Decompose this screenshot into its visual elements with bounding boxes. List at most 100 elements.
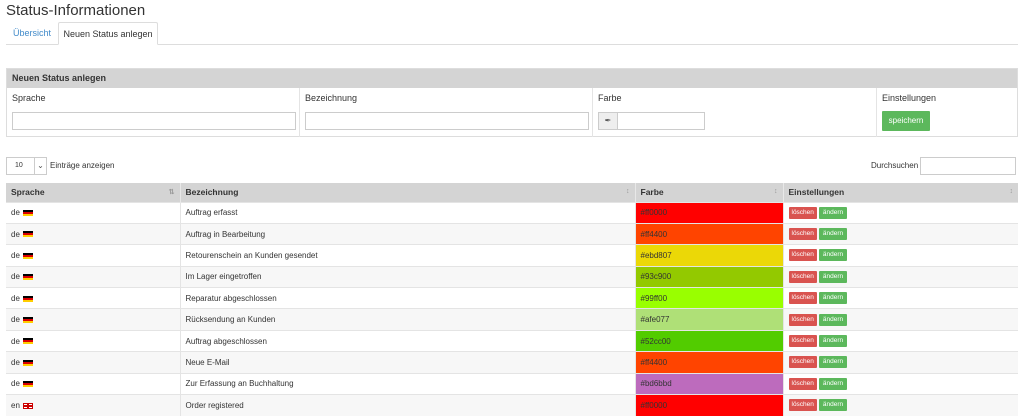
- language-column: Sprache: [7, 88, 300, 137]
- tab-new-status[interactable]: Neuen Status anlegen: [58, 22, 158, 45]
- color-column: Farbe ✒: [593, 88, 877, 137]
- column-header-settings[interactable]: Einstellungen ↕: [783, 183, 1018, 202]
- edit-button[interactable]: ändern: [818, 356, 848, 369]
- language-cell: de: [6, 265, 181, 288]
- table-row: en Order registered #ff0000 löschen ändern: [6, 394, 1018, 416]
- delete-button[interactable]: löschen: [788, 356, 817, 369]
- language-cell: de: [6, 222, 181, 245]
- panel-heading: Neuen Status anlegen: [7, 69, 1017, 88]
- delete-button[interactable]: löschen: [788, 249, 817, 262]
- column-header-color[interactable]: Farbe ↕: [635, 183, 784, 202]
- save-button[interactable]: speichern: [882, 111, 930, 131]
- delete-button[interactable]: löschen: [788, 292, 817, 305]
- table-row: de Reparatur abgeschlossen #99ff00 löschen ä…: [6, 287, 1018, 309]
- en-flag-icon: [22, 402, 33, 409]
- de-flag-icon: [22, 338, 33, 345]
- search-label: Durchsuchen: [871, 161, 919, 170]
- language-cell: de: [6, 329, 181, 352]
- status-name-cell: Auftrag erfasst: [180, 201, 636, 224]
- table-row: de Rücksendung an Kunden #afe077 löschen änd…: [6, 308, 1018, 331]
- delete-button[interactable]: löschen: [788, 270, 817, 283]
- language-cell: de: [6, 308, 181, 331]
- delete-button[interactable]: löschen: [788, 313, 817, 326]
- tab-bar: Übersicht Neuen Status anlegen: [6, 22, 1018, 45]
- status-color-cell: #ff0000: [635, 201, 784, 224]
- settings-label: Einstellungen: [882, 93, 937, 103]
- status-color-cell: #ebd807: [635, 244, 784, 267]
- settings-column: Einstellungen speichern: [877, 88, 1017, 137]
- language-code: de: [11, 379, 20, 389]
- de-flag-icon: [22, 210, 33, 217]
- color-input[interactable]: [617, 112, 705, 130]
- entries-length-select[interactable]: 10 ⌄: [6, 157, 47, 175]
- delete-button[interactable]: löschen: [788, 206, 817, 219]
- language-code: de: [11, 272, 20, 282]
- status-name-cell: Im Lager eingetroffen: [180, 265, 636, 288]
- delete-button[interactable]: löschen: [788, 335, 817, 348]
- edit-button[interactable]: ändern: [818, 377, 848, 390]
- color-label: Farbe: [598, 93, 622, 103]
- delete-button[interactable]: löschen: [788, 399, 817, 412]
- actions-cell: löschen ändern: [783, 201, 1018, 224]
- actions-cell: löschen ändern: [783, 394, 1018, 416]
- language-code: de: [11, 293, 20, 303]
- table-row: de Zur Erfassung an Buchhaltung #bd6bbd lös…: [6, 372, 1018, 395]
- status-name-cell: Order registered: [180, 394, 636, 416]
- column-header-language[interactable]: Sprache ⇅: [6, 183, 181, 202]
- status-color-cell: #ff4400: [635, 222, 784, 245]
- language-cell: de: [6, 201, 181, 224]
- entries-length-value: 10: [15, 162, 23, 169]
- actions-cell: löschen ändern: [783, 244, 1018, 267]
- de-flag-icon: [22, 274, 33, 281]
- edit-button[interactable]: ändern: [818, 335, 848, 348]
- language-cell: de: [6, 244, 181, 267]
- language-code: de: [11, 250, 20, 260]
- status-color-cell: #ff4400: [635, 351, 784, 374]
- delete-button[interactable]: löschen: [788, 228, 817, 241]
- edit-button[interactable]: ändern: [818, 249, 848, 262]
- status-color-cell: #93c900: [635, 265, 784, 288]
- table-row: de Auftrag abgeschlossen #52cc00 löschen änd…: [6, 329, 1018, 352]
- sort-icon: ↕: [774, 188, 778, 195]
- language-code: de: [11, 336, 20, 346]
- edit-button[interactable]: ändern: [818, 292, 848, 305]
- edit-button[interactable]: ändern: [818, 399, 848, 412]
- table-row: de Retourenschein an Kunden gesendet #ebd8…: [6, 244, 1018, 267]
- entries-length-label: Einträge anzeigen: [50, 161, 115, 170]
- de-flag-icon: [22, 295, 33, 302]
- name-input[interactable]: [305, 112, 589, 130]
- edit-button[interactable]: ändern: [818, 228, 848, 241]
- sort-icon: ↕: [1009, 188, 1014, 195]
- color-picker-icon[interactable]: ✒: [598, 112, 618, 130]
- status-color-cell: #bd6bbd: [635, 372, 784, 395]
- language-input[interactable]: [12, 112, 296, 130]
- de-flag-icon: [22, 252, 33, 259]
- de-flag-icon: [22, 317, 33, 324]
- delete-button[interactable]: löschen: [788, 377, 817, 390]
- status-name-cell: Auftrag in Bearbeitung: [180, 222, 636, 245]
- status-name-cell: Neue E-Mail: [180, 351, 636, 374]
- language-cell: de: [6, 351, 181, 374]
- language-cell: en: [6, 394, 181, 416]
- language-code: de: [11, 357, 20, 367]
- status-table: Sprache ⇅ Bezeichnung ↕ Farbe ↕ Einstellung…: [6, 183, 1018, 416]
- tab-overview[interactable]: Übersicht: [6, 22, 58, 45]
- status-name-cell: Rücksendung an Kunden: [180, 308, 636, 331]
- edit-button[interactable]: ändern: [818, 206, 848, 219]
- chevron-down-icon: ⌄: [34, 158, 46, 174]
- status-color-cell: #afe077: [635, 308, 784, 331]
- status-table-body: de Auftrag erfasst #ff0000 löschen ändern de A…: [6, 201, 1018, 416]
- column-header-name[interactable]: Bezeichnung ↕: [180, 183, 636, 202]
- language-code: de: [11, 208, 20, 218]
- status-color-cell: #99ff00: [635, 287, 784, 309]
- de-flag-icon: [22, 359, 33, 366]
- page-title: Status-Informationen: [6, 2, 146, 19]
- edit-button[interactable]: ändern: [818, 313, 848, 326]
- search-input[interactable]: [920, 157, 1016, 175]
- status-name-cell: Zur Erfassung an Buchhaltung: [180, 372, 636, 395]
- language-code: de: [11, 315, 20, 325]
- status-name-cell: Retourenschein an Kunden gesendet: [180, 244, 636, 267]
- language-code: de: [11, 229, 20, 239]
- edit-button[interactable]: ändern: [818, 270, 848, 283]
- actions-cell: löschen ändern: [783, 222, 1018, 245]
